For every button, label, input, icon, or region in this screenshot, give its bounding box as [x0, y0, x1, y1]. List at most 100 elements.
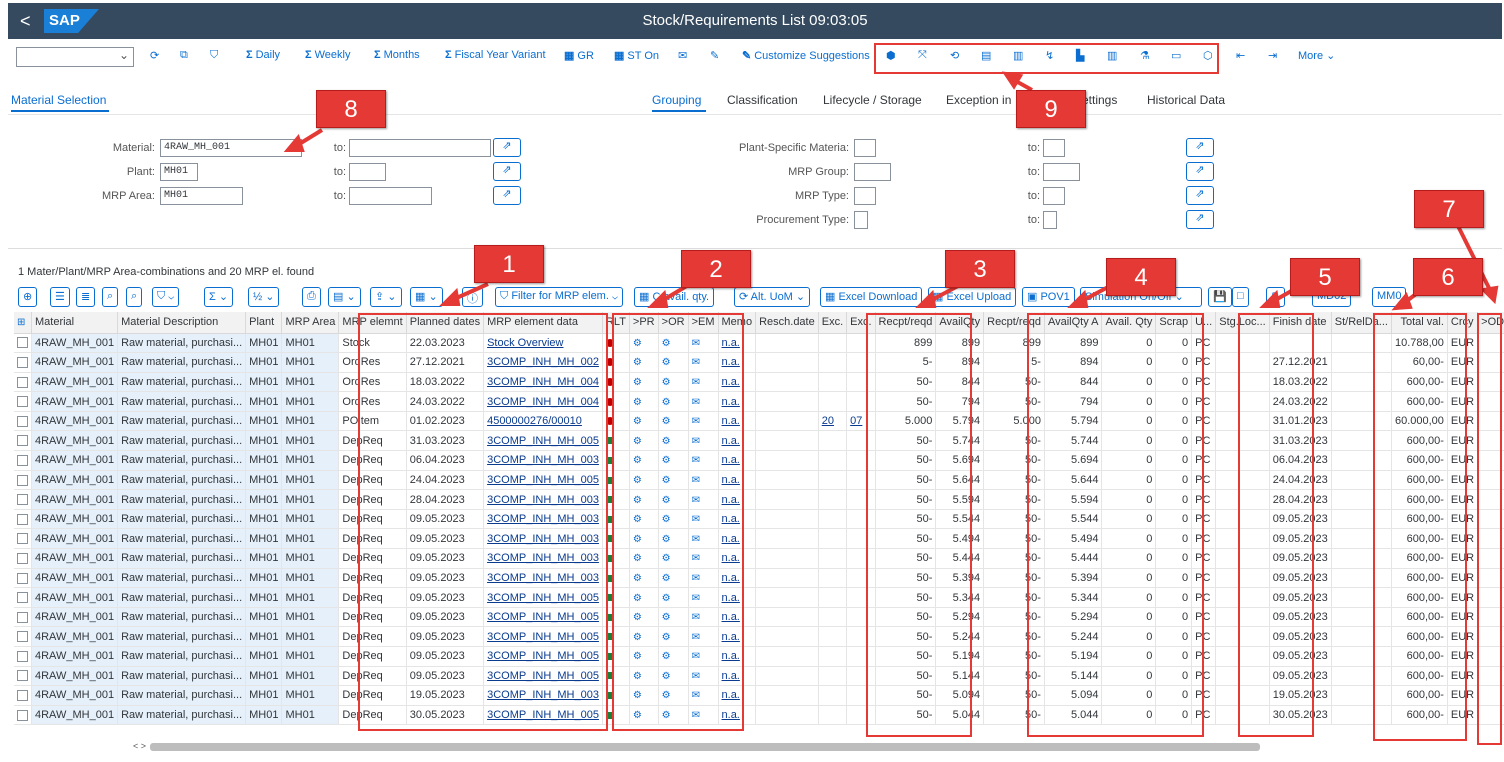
subtotal-icon[interactable]: ½ ⌄	[248, 287, 280, 307]
checkbox[interactable]	[17, 572, 28, 584]
procurement-multi-select[interactable]: ⇗	[1186, 210, 1214, 229]
row-select-checkbox[interactable]	[14, 489, 32, 510]
exception-1-cell[interactable]	[818, 333, 848, 354]
checkbox[interactable]	[17, 474, 28, 486]
checkbox[interactable]	[17, 690, 28, 702]
search-next-icon[interactable]: ⌕	[126, 287, 143, 307]
plant-specific-to-input[interactable]	[1043, 139, 1065, 157]
checkbox[interactable]	[17, 415, 28, 427]
mail-icon[interactable]: ✉	[678, 49, 687, 62]
customize-suggestions-button[interactable]: ✎ Customize Suggestions	[742, 49, 870, 62]
exception-1-cell[interactable]	[818, 352, 848, 373]
filter-icon[interactable]: ⛉ ⌄	[152, 287, 180, 307]
refresh-icon[interactable]: ⟳	[150, 49, 159, 62]
exception-1-cell[interactable]	[818, 666, 848, 687]
checkbox[interactable]	[17, 592, 28, 604]
checkbox[interactable]	[17, 513, 28, 525]
excel-download-button[interactable]: ▦ Excel Download	[820, 287, 923, 307]
variant-select[interactable]	[16, 47, 134, 67]
row-select-checkbox[interactable]	[14, 607, 32, 628]
gr-button[interactable]: ▦ GR	[564, 49, 594, 62]
mm02-button[interactable]: MM0	[1372, 287, 1407, 307]
export-icon[interactable]: ⇥	[1268, 49, 1277, 62]
scroll-arrows[interactable]: < >	[133, 741, 146, 751]
plant-multi-select[interactable]: ⇗	[493, 162, 521, 181]
exception-1-cell[interactable]	[818, 548, 848, 569]
fiscal-year-variant-button[interactable]: Σ Fiscal Year Variant	[445, 49, 546, 61]
horizontal-scrollbar[interactable]	[150, 743, 1260, 751]
mrp-group-multi-select[interactable]: ⇗	[1186, 162, 1214, 181]
months-button[interactable]: Σ Months	[374, 49, 420, 61]
material-input[interactable]: 4RAW_MH_001	[160, 139, 302, 157]
exception-1-cell[interactable]	[818, 528, 848, 550]
plant-specific-multi-select[interactable]: ⇗	[1186, 138, 1214, 157]
row-select-checkbox[interactable]	[14, 646, 32, 667]
exit-icon[interactable]: ⇤	[1236, 49, 1245, 62]
checkbox[interactable]	[17, 396, 28, 408]
checkbox[interactable]	[17, 670, 28, 682]
tool-icon[interactable]: ✎	[1266, 287, 1286, 307]
tab-material-selection[interactable]: Material Selection	[11, 93, 106, 107]
mrp-type-to-input[interactable]	[1043, 187, 1065, 205]
row-select-checkbox[interactable]	[14, 685, 32, 706]
row-select-checkbox[interactable]	[14, 626, 32, 647]
exception-1-cell[interactable]	[818, 587, 848, 608]
material-multi-select[interactable]: ⇗	[493, 138, 521, 157]
tab-grouping[interactable]: Grouping	[652, 93, 701, 107]
exception-1-cell[interactable]	[818, 607, 848, 628]
weekly-button[interactable]: Σ Weekly	[305, 49, 350, 61]
mrp-area-input[interactable]: MH01	[160, 187, 243, 205]
exception-1-cell[interactable]	[818, 450, 848, 471]
layout-icon[interactable]: ≣	[76, 287, 96, 307]
zoom-icon[interactable]: ⊕	[18, 287, 38, 307]
column-header[interactable]: Exc.	[818, 312, 848, 334]
column-header[interactable]: Resch.date	[755, 312, 819, 334]
row-select-checkbox[interactable]	[14, 509, 32, 530]
plant-to-input[interactable]	[349, 163, 386, 181]
st-on-button[interactable]: ▦ ST On	[614, 49, 659, 62]
row-select-checkbox[interactable]	[14, 450, 32, 471]
filter-mrp-elements-button[interactable]: ⛉ Filter for MRP elem. ⌄	[495, 287, 623, 307]
sum-icon[interactable]: Σ ⌄	[204, 287, 234, 307]
column-header[interactable]: Plant	[245, 312, 283, 334]
mrp-type-multi-select[interactable]: ⇗	[1186, 186, 1214, 205]
column-header[interactable]: Material	[31, 312, 119, 334]
view-icon[interactable]: ▤ ⌄	[328, 287, 361, 307]
mrp-type-input[interactable]	[854, 187, 876, 205]
row-select-checkbox[interactable]	[14, 528, 32, 550]
export-grid-icon[interactable]: ⇪ ⌄	[370, 287, 402, 307]
mrp-group-input[interactable]	[854, 163, 891, 181]
exception-1-cell[interactable]	[818, 646, 848, 667]
checkbox[interactable]	[17, 337, 28, 349]
row-select-checkbox[interactable]	[14, 666, 32, 687]
checkbox[interactable]	[17, 533, 28, 545]
row-select-checkbox[interactable]	[14, 391, 32, 412]
checkbox[interactable]	[17, 356, 28, 368]
save-icon[interactable]: 💾	[1208, 287, 1232, 307]
filter-toolbar-icon[interactable]: ⛉	[210, 49, 218, 62]
row-select-checkbox[interactable]	[14, 548, 32, 569]
select-all-icon[interactable]: ⊞	[14, 312, 32, 334]
checkbox[interactable]	[17, 631, 28, 643]
checkbox[interactable]	[17, 552, 28, 564]
print-icon[interactable]: ⎙	[302, 287, 321, 307]
material-to-input[interactable]	[349, 139, 491, 157]
exception-1-cell[interactable]	[818, 509, 848, 530]
more-button[interactable]: More ⌄	[1298, 49, 1335, 62]
layout-select-icon[interactable]: ▦ ⌄	[410, 287, 443, 307]
plant-input[interactable]: MH01	[160, 163, 198, 181]
checkbox[interactable]	[17, 650, 28, 662]
avail-qty-button[interactable]: ▦ C avail. qty.	[634, 287, 715, 307]
mrp-area-multi-select[interactable]: ⇗	[493, 186, 521, 205]
edit-icon[interactable]: ✎	[710, 49, 719, 62]
exception-1-cell[interactable]	[818, 430, 848, 452]
row-select-checkbox[interactable]	[14, 352, 32, 373]
info-icon[interactable]: ⓘ	[462, 287, 483, 307]
exception-1-cell[interactable]	[818, 568, 848, 589]
daily-button[interactable]: Σ Daily	[246, 49, 280, 61]
checkbox[interactable]	[17, 376, 28, 388]
exception-1-cell[interactable]	[818, 685, 848, 706]
row-select-checkbox[interactable]	[14, 587, 32, 608]
checkbox[interactable]	[17, 435, 28, 447]
excel-upload-button[interactable]: ▦ Excel Upload	[928, 287, 1017, 307]
